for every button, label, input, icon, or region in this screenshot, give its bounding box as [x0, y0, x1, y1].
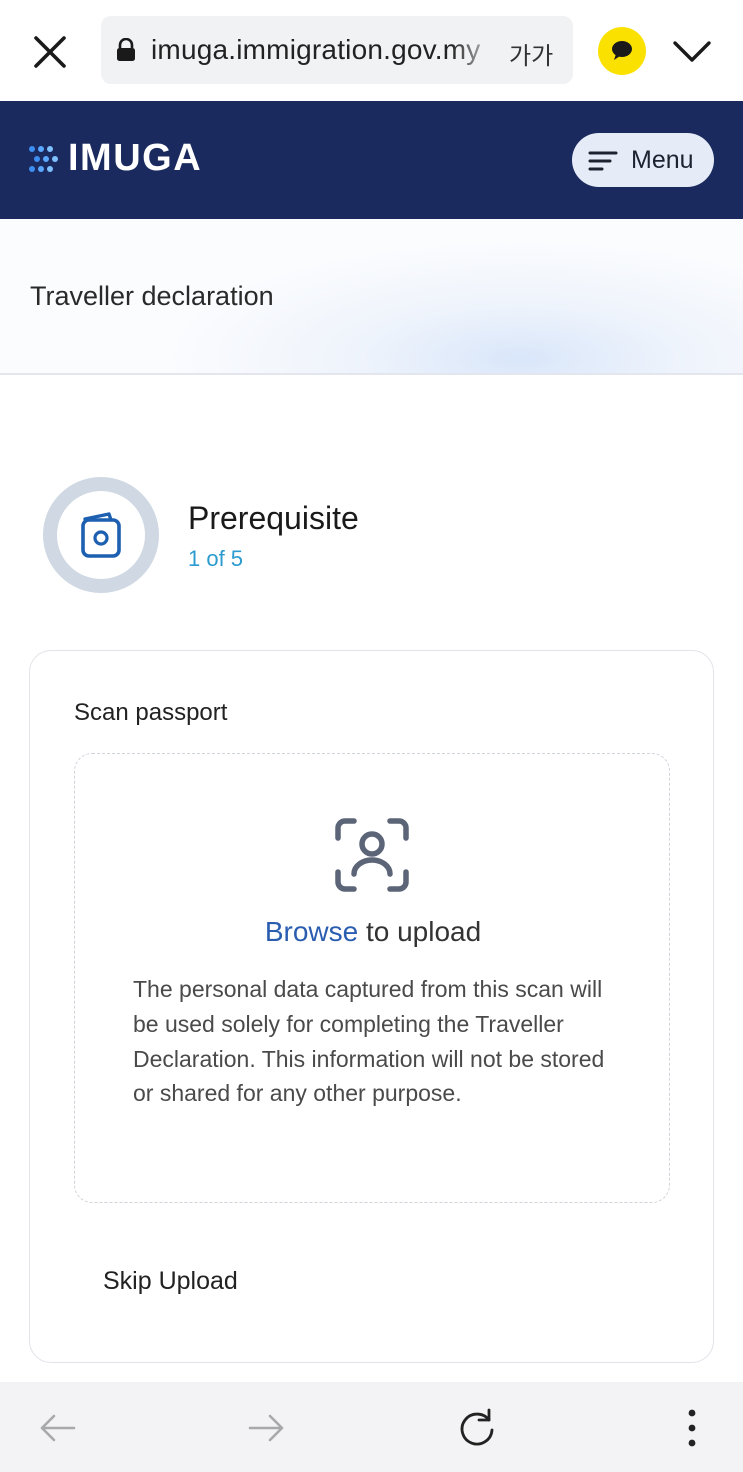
- address-bar[interactable]: imuga.immigration.gov.my 가가: [101, 16, 573, 84]
- logo-dots-icon: [28, 145, 62, 177]
- close-icon[interactable]: [28, 30, 72, 74]
- more-vertical-icon[interactable]: [670, 1406, 714, 1450]
- step-inner: [57, 491, 145, 579]
- browser-toolbar: imuga.immigration.gov.my 가가: [0, 0, 743, 101]
- menu-button[interactable]: Menu: [572, 133, 714, 187]
- reload-icon[interactable]: [455, 1406, 499, 1450]
- lock-icon: [115, 37, 137, 62]
- browser-bottom-bar: [0, 1382, 743, 1472]
- chat-bubble-icon[interactable]: [598, 27, 646, 75]
- hamburger-icon: [588, 150, 618, 172]
- scan-passport-card: Scan passport Browse to upload The perso…: [29, 650, 714, 1363]
- upload-dropzone[interactable]: Browse to upload The personal data captu…: [74, 753, 670, 1203]
- upload-prompt: Browse to upload: [75, 916, 671, 948]
- site-header: IMUGA Menu: [0, 101, 743, 219]
- page-title: Traveller declaration: [30, 281, 274, 311]
- back-arrow-icon[interactable]: [36, 1406, 80, 1450]
- skip-upload-button[interactable]: Skip Upload: [103, 1267, 238, 1296]
- card-label: Scan passport: [74, 699, 228, 726]
- browse-link[interactable]: Browse: [265, 916, 358, 947]
- text-size-button[interactable]: 가가: [509, 36, 553, 71]
- step-title: Prerequisite: [188, 500, 359, 536]
- passport-icon: [79, 511, 123, 559]
- title-banner: Traveller declaration: [0, 219, 743, 375]
- face-scan-icon: [334, 818, 410, 892]
- step-indicator: [43, 477, 159, 593]
- privacy-notice: The personal data captured from this sca…: [133, 976, 605, 1107]
- chevron-down-icon[interactable]: [670, 30, 714, 74]
- menu-label: Menu: [631, 146, 694, 174]
- step-count: 1 of 5: [188, 546, 244, 571]
- url-fade: [451, 26, 501, 74]
- logo[interactable]: IMUGA: [68, 137, 202, 180]
- upload-suffix: to upload: [358, 916, 482, 947]
- url-text: imuga.immigration.gov.my: [151, 34, 481, 65]
- forward-arrow-icon[interactable]: [244, 1406, 288, 1450]
